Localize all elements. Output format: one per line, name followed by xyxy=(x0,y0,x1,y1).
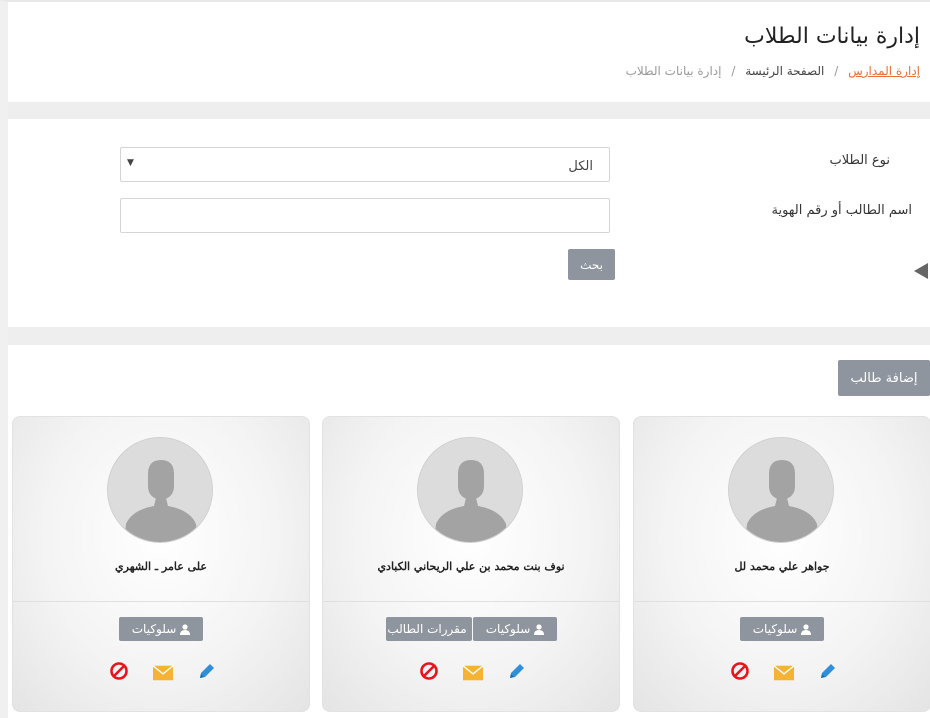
card-icon-row xyxy=(13,661,309,685)
card-actions: سلوكيات مقررات الطالب xyxy=(323,617,619,643)
card-actions: سلوكيات xyxy=(13,617,309,643)
dropdown-caret-icon: ▼ xyxy=(127,158,134,168)
student-name-label: اسم الطالب أو رقم الهوية xyxy=(771,203,912,218)
avatar-silhouette-icon xyxy=(729,438,833,542)
student-card: على عامر ـ الشهري سلوكيات xyxy=(12,416,310,712)
card-divider xyxy=(634,601,930,602)
pencil-icon[interactable] xyxy=(818,661,838,681)
ban-icon[interactable] xyxy=(109,661,129,681)
pencil-icon[interactable] xyxy=(197,661,217,681)
card-icon-row xyxy=(323,661,619,685)
user-icon xyxy=(801,623,812,635)
filter-panel: نوع الطلاب الكل ▼ اسم الطالب أو رقم الهو… xyxy=(8,119,930,327)
mail-icon[interactable] xyxy=(774,663,794,683)
breadcrumb-separator: / xyxy=(731,64,736,78)
page-header: إدارة بيانات الطلاب إدارة المدارس / الصف… xyxy=(8,2,930,102)
avatar-silhouette-icon xyxy=(108,438,212,542)
mail-icon[interactable] xyxy=(153,663,173,683)
app-frame: إدارة بيانات الطلاب إدارة المدارس / الصف… xyxy=(0,0,930,718)
avatar xyxy=(107,437,213,543)
student-type-value: الكل xyxy=(568,159,593,174)
collapse-arrow-icon[interactable] xyxy=(914,263,928,279)
student-courses-button[interactable]: مقررات الطالب xyxy=(386,617,472,641)
card-divider xyxy=(13,601,309,602)
behaviors-button[interactable]: سلوكيات xyxy=(740,617,824,641)
breadcrumb-home[interactable]: الصفحة الرئيسة xyxy=(745,64,824,78)
user-icon xyxy=(534,623,545,635)
avatar xyxy=(417,437,523,543)
breadcrumb: إدارة المدارس / الصفحة الرئيسة / إدارة ب… xyxy=(626,64,920,78)
add-student-button[interactable]: إضافة طالب xyxy=(838,360,930,396)
breadcrumb-current: إدارة بيانات الطلاب xyxy=(625,64,722,78)
behaviors-button[interactable]: سلوكيات xyxy=(473,617,557,641)
student-name: على عامر ـ الشهري xyxy=(115,560,207,573)
breadcrumb-separator: / xyxy=(834,64,839,78)
card-actions: سلوكيات xyxy=(634,617,930,643)
student-card: نوف بنت محمد بن علي الريحاني الكبادي سلو… xyxy=(322,416,620,712)
search-button[interactable]: بحث xyxy=(568,249,615,280)
card-icon-row xyxy=(634,661,930,685)
ban-icon[interactable] xyxy=(730,661,750,681)
student-name-input[interactable] xyxy=(120,198,610,233)
pencil-icon[interactable] xyxy=(507,661,527,681)
student-name: نوف بنت محمد بن علي الريحاني الكبادي xyxy=(377,560,565,573)
user-icon xyxy=(180,623,191,635)
student-card: جواهر علي محمد لل سلوكيات xyxy=(633,416,930,712)
mail-icon[interactable] xyxy=(463,663,483,683)
behaviors-label: سلوكيات xyxy=(752,622,798,636)
student-name: جواهر علي محمد لل xyxy=(734,560,830,573)
breadcrumb-link-schools[interactable]: إدارة المدارس xyxy=(848,64,920,78)
ban-icon[interactable] xyxy=(419,661,439,681)
behaviors-label: سلوكيات xyxy=(485,622,531,636)
section-divider xyxy=(8,327,930,345)
student-type-select[interactable]: الكل ▼ xyxy=(120,147,610,182)
student-type-label: نوع الطلاب xyxy=(829,153,890,168)
avatar xyxy=(728,437,834,543)
section-divider xyxy=(8,102,930,119)
behaviors-button[interactable]: سلوكيات xyxy=(119,617,203,641)
card-divider xyxy=(323,601,619,602)
page-title: إدارة بيانات الطلاب xyxy=(744,24,920,49)
avatar-silhouette-icon xyxy=(418,438,522,542)
student-courses-label: مقررات الطالب xyxy=(387,622,467,636)
behaviors-label: سلوكيات xyxy=(131,622,177,636)
